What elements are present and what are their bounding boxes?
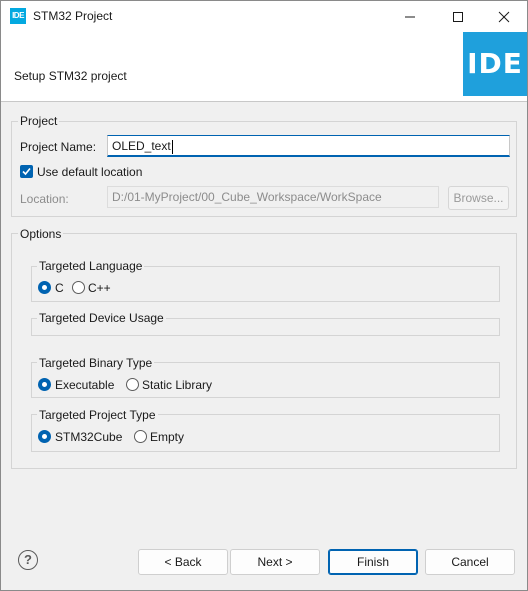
location-label: Location: <box>20 192 69 206</box>
dialog-window: IDE STM32 Project Setup STM32 project ID… <box>0 0 528 591</box>
binary-static-library-radio[interactable] <box>126 378 139 391</box>
help-icon[interactable]: ? <box>18 550 38 570</box>
use-default-location-checkbox[interactable] <box>20 165 33 178</box>
maximize-button[interactable] <box>435 1 481 32</box>
project-type-empty-radio[interactable] <box>134 430 147 443</box>
language-cpp-label[interactable]: C++ <box>88 281 111 295</box>
browse-button: Browse... <box>448 186 509 210</box>
targeted-device-usage-label: Targeted Device Usage <box>37 311 166 325</box>
options-group-label: Options <box>18 227 64 241</box>
project-type-empty-label[interactable]: Empty <box>150 430 184 444</box>
project-type-stm32cube-label[interactable]: STM32Cube <box>55 430 122 444</box>
targeted-binary-type-label: Targeted Binary Type <box>37 356 155 370</box>
title-bar[interactable]: IDE STM32 Project <box>1 1 527 32</box>
ide-logo: IDE <box>463 32 527 96</box>
binary-executable-radio[interactable] <box>38 378 51 391</box>
project-name-input[interactable]: OLED_text <box>107 135 510 157</box>
close-button[interactable] <box>481 1 527 32</box>
project-name-value: OLED_text <box>112 139 171 153</box>
binary-static-library-label[interactable]: Static Library <box>142 378 212 392</box>
checkmark-icon <box>22 167 31 176</box>
cancel-button[interactable]: Cancel <box>425 549 515 575</box>
language-cpp-radio[interactable] <box>72 281 85 294</box>
binary-executable-label[interactable]: Executable <box>55 378 114 392</box>
location-input: D:/01-MyProject/00_Cube_Workspace/WorkSp… <box>107 186 439 208</box>
text-caret <box>171 139 173 154</box>
maximize-icon <box>453 12 463 22</box>
targeted-project-type-label: Targeted Project Type <box>37 408 158 422</box>
app-icon: IDE <box>10 8 26 24</box>
window-title: STM32 Project <box>33 9 113 23</box>
finish-button[interactable]: Finish <box>328 549 418 575</box>
project-name-label: Project Name: <box>20 140 97 154</box>
targeted-language-label: Targeted Language <box>37 259 145 273</box>
minimize-button[interactable] <box>387 1 433 32</box>
use-default-location-label[interactable]: Use default location <box>37 165 142 179</box>
location-value: D:/01-MyProject/00_Cube_Workspace/WorkSp… <box>112 190 382 204</box>
next-button[interactable]: Next > <box>230 549 320 575</box>
wizard-subtitle: Setup STM32 project <box>14 69 127 83</box>
language-c-radio[interactable] <box>38 281 51 294</box>
back-button[interactable]: < Back <box>138 549 228 575</box>
project-group-label: Project <box>18 114 60 128</box>
minimize-icon <box>405 16 415 18</box>
language-c-label[interactable]: C <box>55 281 64 295</box>
project-type-stm32cube-radio[interactable] <box>38 430 51 443</box>
close-icon <box>498 11 510 23</box>
wizard-header: Setup STM32 project IDE <box>1 32 527 102</box>
